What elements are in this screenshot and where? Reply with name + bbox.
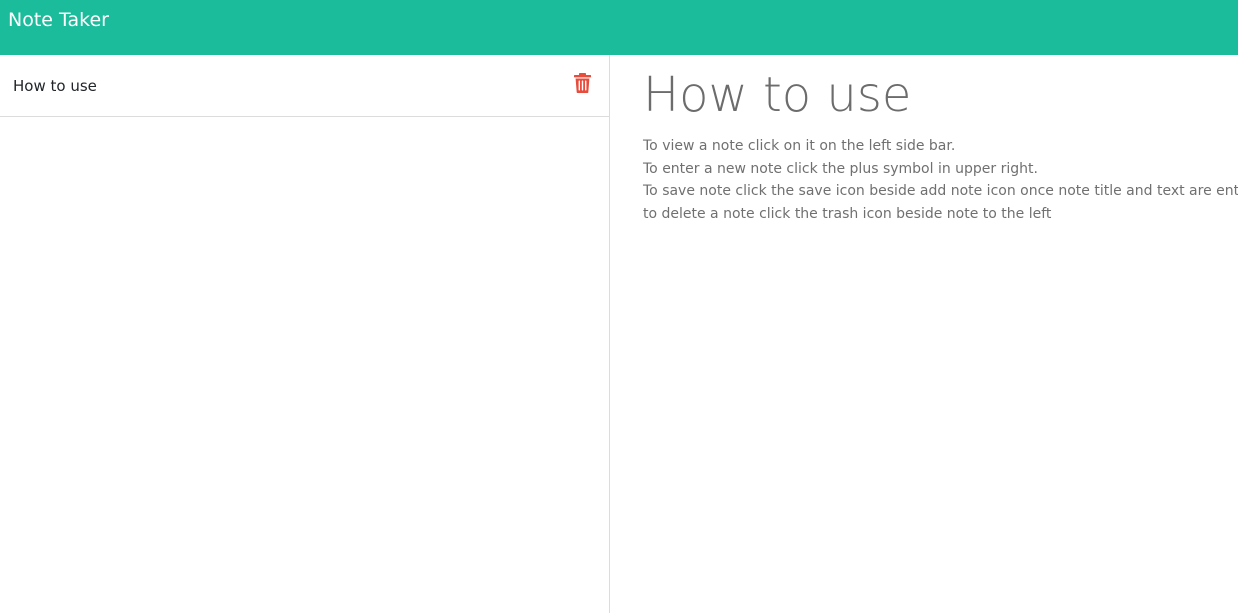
trash-icon[interactable] — [574, 73, 591, 93]
list-item[interactable]: How to use — [0, 55, 609, 117]
note-text-line: To save note click the save icon beside … — [643, 183, 1238, 199]
note-view: How to use To view a note click on it on… — [611, 55, 1238, 613]
note-text-line: To enter a new note click the plus symbo… — [643, 160, 1038, 177]
notes-sidebar: How to use — [0, 55, 610, 613]
note-list-title[interactable]: How to use — [13, 77, 97, 95]
note-text-line: To view a note click on it on the left s… — [643, 138, 956, 154]
top-navbar: Note Taker — [0, 0, 1238, 55]
app-brand[interactable]: Note Taker — [8, 9, 109, 31]
note-text-line: to delete a note click the trash icon be… — [643, 205, 1052, 222]
note-title[interactable]: How to use — [643, 66, 911, 124]
note-text[interactable]: To view a note click on it on the left s… — [643, 135, 1238, 225]
